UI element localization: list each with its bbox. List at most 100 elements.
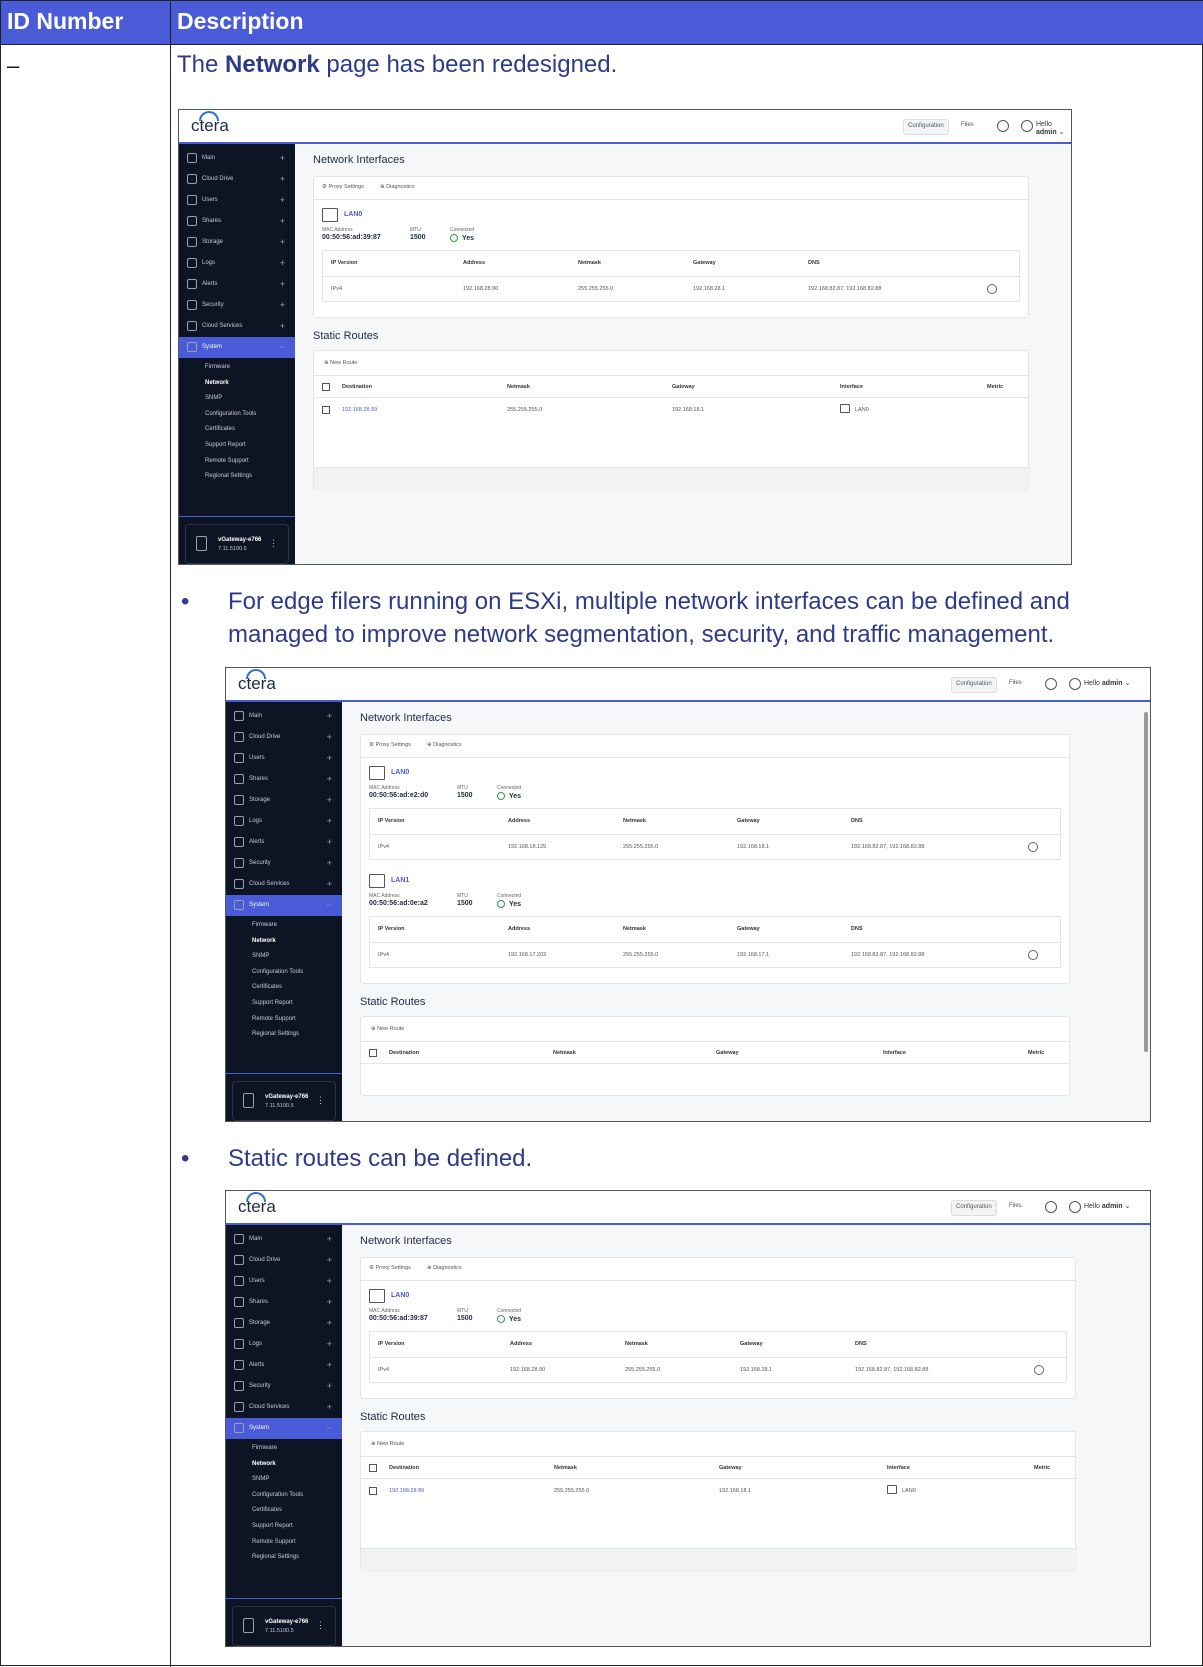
sidebar-item-users[interactable]: Users + xyxy=(226,1271,342,1292)
expand-icon[interactable]: + xyxy=(327,816,332,826)
expand-icon[interactable]: + xyxy=(280,321,285,331)
submenu-certificates[interactable]: Certificates xyxy=(252,984,282,990)
sidebar-item-shares[interactable]: Shares + xyxy=(179,211,295,232)
submenu-support-report[interactable]: Support Report xyxy=(252,1000,293,1006)
select-all-checkbox[interactable] xyxy=(369,1049,377,1057)
more-options-icon[interactable]: ⋮ xyxy=(269,538,278,549)
expand-icon[interactable]: + xyxy=(280,174,285,184)
submenu-regional-settings[interactable]: Regional Settings xyxy=(205,473,252,479)
submenu-snmp[interactable]: SNMP xyxy=(252,953,269,959)
sidebar-item-cloud-services[interactable]: Cloud Services + xyxy=(179,316,295,337)
sidebar-item-cloud-services[interactable]: Cloud Services + xyxy=(226,1397,342,1418)
sidebar-item-storage[interactable]: Storage + xyxy=(179,232,295,253)
submenu-firmware[interactable]: Firmware xyxy=(252,922,277,928)
bell-icon[interactable] xyxy=(1045,1201,1057,1213)
expand-icon[interactable]: + xyxy=(327,837,332,847)
interface-name[interactable]: LAN0 xyxy=(344,211,362,218)
sidebar-item-system[interactable]: System − xyxy=(226,1418,342,1439)
sidebar-item-alerts[interactable]: Alerts + xyxy=(179,274,295,295)
sidebar-item-alerts[interactable]: Alerts + xyxy=(226,832,342,853)
proxy-settings-button[interactable]: ⚙ Proxy Settings xyxy=(369,742,411,748)
expand-icon[interactable]: + xyxy=(280,216,285,226)
select-all-checkbox[interactable] xyxy=(369,1464,377,1472)
sidebar-item-cloud-services[interactable]: Cloud Services + xyxy=(226,874,342,895)
sidebar-item-cloud-drive[interactable]: Cloud Drive + xyxy=(226,1250,342,1271)
select-all-checkbox[interactable] xyxy=(322,383,330,391)
submenu-firmware[interactable]: Firmware xyxy=(205,364,230,370)
submenu-snmp[interactable]: SNMP xyxy=(252,1476,269,1482)
route-checkbox[interactable] xyxy=(369,1487,377,1495)
expand-icon[interactable]: + xyxy=(327,1234,332,1244)
sidebar-item-security[interactable]: Security + xyxy=(226,853,342,874)
expand-icon[interactable]: + xyxy=(280,300,285,310)
submenu-snmp[interactable]: SNMP xyxy=(205,395,222,401)
submenu-configuration-tools[interactable]: Configuration Tools xyxy=(252,1492,303,1498)
expand-icon[interactable]: + xyxy=(327,1339,332,1349)
diagnostics-button[interactable]: ⊕ Diagnostics xyxy=(380,184,415,190)
configuration-button[interactable]: Configuration xyxy=(951,1200,997,1216)
submenu-remote-support[interactable]: Remote Support xyxy=(205,458,249,464)
scrollbar[interactable] xyxy=(1144,712,1148,1052)
expand-icon[interactable]: + xyxy=(327,795,332,805)
gateway-device-card[interactable]: vGateway-e766 7.11.5100.5 ⋮ xyxy=(232,1606,336,1646)
expand-icon[interactable]: + xyxy=(327,732,332,742)
user-menu[interactable]: Hello admin ⌄ xyxy=(1084,1202,1130,1210)
expand-icon[interactable]: + xyxy=(327,1318,332,1328)
user-icon[interactable] xyxy=(1069,1201,1081,1213)
submenu-configuration-tools[interactable]: Configuration Tools xyxy=(252,969,303,975)
submenu-regional-settings[interactable]: Regional Settings xyxy=(252,1031,299,1037)
expand-icon[interactable]: + xyxy=(327,774,332,784)
expand-icon[interactable]: + xyxy=(280,237,285,247)
sidebar-item-storage[interactable]: Storage + xyxy=(226,1313,342,1334)
expand-icon[interactable]: + xyxy=(327,1276,332,1286)
gateway-device-card[interactable]: vGateway-e766 7.11.5100.5 ⋮ xyxy=(185,524,289,564)
sidebar-item-storage[interactable]: Storage + xyxy=(226,790,342,811)
sidebar-item-users[interactable]: Users + xyxy=(226,748,342,769)
interface-name[interactable]: LAN1 xyxy=(391,877,409,884)
expand-icon[interactable]: + xyxy=(327,858,332,868)
gateway-device-card[interactable]: vGateway-e766 7.11.5100.5 ⋮ xyxy=(232,1081,336,1121)
collapse-icon[interactable]: − xyxy=(327,900,332,910)
destination-link[interactable]: 192.168.28.99 xyxy=(342,407,377,413)
submenu-firmware[interactable]: Firmware xyxy=(252,1445,277,1451)
proxy-settings-button[interactable]: ⚙ Proxy Settings xyxy=(369,1265,411,1271)
files-button[interactable]: Files xyxy=(1005,677,1026,693)
settings-icon[interactable] xyxy=(987,284,997,294)
sidebar-item-system[interactable]: System − xyxy=(226,895,342,916)
expand-icon[interactable]: + xyxy=(327,753,332,763)
interface-name[interactable]: LAN0 xyxy=(391,769,409,776)
sidebar-item-security[interactable]: Security + xyxy=(179,295,295,316)
files-button[interactable]: Files xyxy=(1005,1200,1026,1216)
sidebar-item-system[interactable]: System − xyxy=(179,337,295,358)
proxy-settings-button[interactable]: ⚙ Proxy Settings xyxy=(322,184,364,190)
expand-icon[interactable]: + xyxy=(327,1255,332,1265)
sidebar-item-main[interactable]: Main + xyxy=(226,1229,342,1250)
expand-icon[interactable]: + xyxy=(327,879,332,889)
files-button[interactable]: Files xyxy=(957,119,978,135)
expand-icon[interactable]: + xyxy=(280,279,285,289)
submenu-support-report[interactable]: Support Report xyxy=(252,1523,293,1529)
expand-icon[interactable]: + xyxy=(280,195,285,205)
more-options-icon[interactable]: ⋮ xyxy=(316,1095,325,1106)
submenu-remote-support[interactable]: Remote Support xyxy=(252,1539,296,1545)
sidebar-item-cloud-drive[interactable]: Cloud Drive + xyxy=(226,727,342,748)
expand-icon[interactable]: + xyxy=(327,1381,332,1391)
new-route-button[interactable]: ⊕ New Route xyxy=(371,1441,404,1447)
expand-icon[interactable]: + xyxy=(280,153,285,163)
bell-icon[interactable] xyxy=(1045,678,1057,690)
sidebar-item-logs[interactable]: Logs + xyxy=(226,811,342,832)
expand-icon[interactable]: + xyxy=(327,711,332,721)
new-route-button[interactable]: ⊕ New Route xyxy=(324,360,357,366)
user-icon[interactable] xyxy=(1069,678,1081,690)
submenu-network[interactable]: Network xyxy=(252,938,276,944)
sidebar-item-logs[interactable]: Logs + xyxy=(179,253,295,274)
interface-name[interactable]: LAN0 xyxy=(391,1292,409,1299)
sidebar-item-security[interactable]: Security + xyxy=(226,1376,342,1397)
settings-icon[interactable] xyxy=(1028,842,1038,852)
sidebar-item-users[interactable]: Users + xyxy=(179,190,295,211)
diagnostics-button[interactable]: ⊕ Diagnostics xyxy=(427,742,462,748)
destination-link[interactable]: 192.168.28.99 xyxy=(389,1488,424,1494)
submenu-configuration-tools[interactable]: Configuration Tools xyxy=(205,411,256,417)
expand-icon[interactable]: + xyxy=(280,258,285,268)
sidebar-item-shares[interactable]: Shares + xyxy=(226,1292,342,1313)
